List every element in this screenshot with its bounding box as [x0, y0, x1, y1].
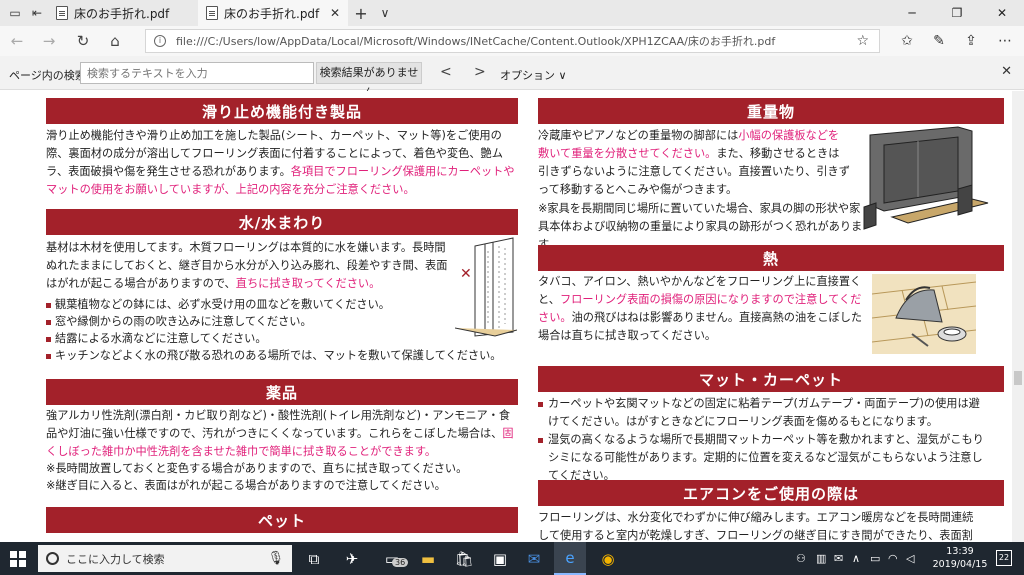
microphone-icon[interactable]: 🎙	[267, 551, 284, 566]
water-bullet-2: 窓や縁側からの雨の吹き込みに注意してください。	[46, 313, 312, 331]
water-bullet-1: 観葉植物などの鉢には、必ず水受け用の皿などを敷いてください。	[46, 296, 390, 314]
back-icon[interactable]: ←	[6, 31, 28, 51]
tray-app-icon[interactable]: ✉	[834, 552, 843, 565]
volume-icon[interactable]: ◁	[906, 552, 914, 565]
task-view-icon[interactable]: ⧉	[298, 542, 330, 575]
tab-1[interactable]: 床のお手折れ.pdf	[48, 0, 198, 26]
find-next-icon[interactable]: >	[474, 64, 486, 80]
furniture-illustration	[863, 126, 989, 230]
address-toolbar: ← → ↻ ⌂ i file:///C:/Users/low/AppData/L…	[0, 26, 1024, 56]
clock-time: 13:39	[946, 546, 974, 557]
taskbar-clock[interactable]: 13:39 2019/04/15	[928, 545, 992, 571]
app-icon-1[interactable]: ✈	[336, 542, 368, 575]
find-label: ページ内の検索	[9, 69, 86, 82]
mat-bullet-1: カーペットや玄関マットなどの固定に粘着テープ(ガムテープ・両面テープ)の使用は避…	[538, 395, 984, 431]
vertical-scrollbar[interactable]	[1012, 91, 1024, 542]
notes-pen-icon[interactable]: ✎	[928, 31, 950, 51]
tab-2-title: 床のお手折れ.pdf	[224, 6, 320, 21]
find-status: 検索結果がありません	[316, 62, 422, 99]
section-water-title: 水/水まわり	[46, 209, 518, 235]
section-heavy-text: 冷蔵庫やピアノなどの重量物の脚部には小幅の保護板などを敷いて重量を分散させてくだ…	[538, 129, 850, 196]
pdf-document: 滑り止め機能付き製品 滑り止め機能付きや滑り止め加工を施した製品(シート、カーペ…	[0, 91, 1012, 542]
water-bullet-3: 結露による水滴などに注意してください。	[46, 330, 267, 348]
people-icon[interactable]: ⚇	[796, 552, 806, 565]
chem-note-2: ※継ぎ目に入ると、表面はがれが起こる場合がありますので注意してください。	[46, 479, 446, 492]
close-window-icon[interactable]: ✕	[980, 0, 1024, 26]
svg-text:✕: ✕	[460, 266, 472, 282]
tab-bar: ▭ ⇤ 床のお手折れ.pdf 床のお手折れ.pdf ✕ + ∨ ─ ❐ ✕	[0, 0, 1024, 26]
more-icon[interactable]: ⋯	[994, 31, 1016, 51]
new-tab-icon[interactable]: +	[350, 3, 372, 23]
action-center-icon[interactable]: 22	[996, 550, 1012, 566]
section-slip-text: 滑り止め機能付きや滑り止め加工を施した製品(シート、カーペット、マット等)をご使…	[46, 129, 515, 196]
cortana-circle-icon	[46, 552, 59, 565]
find-close-icon[interactable]: ✕	[1001, 64, 1012, 79]
start-windows-icon[interactable]	[10, 551, 26, 567]
section-heavy-title: 重量物	[538, 98, 1004, 124]
taskbar-search-placeholder: ここに入力して検索	[66, 552, 165, 566]
iron-on-floor-illustration	[872, 274, 976, 354]
scrollbar-thumb[interactable]	[1014, 371, 1022, 385]
restore-icon[interactable]: ❐	[935, 0, 979, 26]
home-icon[interactable]: ⌂	[104, 31, 126, 51]
close-tab-icon[interactable]: ✕	[330, 6, 340, 20]
find-bar: ページ内の検索 検索結果がありません < > オプション ∨ ✕	[0, 56, 1024, 99]
app-icon-with-badge[interactable]: ▭ 36	[376, 542, 409, 575]
windows-taskbar: ここに入力して検索 🎙 ⧉ ✈ ▭ 36 ▬ 🛍 ▣ ✉ e ◉ ⚇ ▥ ✉ ∧ …	[0, 542, 1024, 575]
water-bullet-4: キッチンなどよく水の飛び散る恐れのある場所では、マットを敷いて保護してください。	[46, 347, 502, 365]
window-rain-illustration: ✕	[455, 237, 517, 337]
section-heat-text: タバコ、アイロン、熱いやかんなどをフローリング上に直接置くと、フローリング表面の…	[538, 275, 863, 342]
refresh-icon[interactable]: ↻	[72, 31, 94, 51]
file-explorer-icon[interactable]: ▬	[412, 542, 444, 575]
section-aircon-text: フローリングは、水分変化でわずかに伸び縮みします。エアコン暖房などを長時間連続し…	[538, 511, 974, 542]
mat-bullet-2: 湿気の高くなるような場所で長期間マットカーペット等を敷かれますと、湿気がこもりシ…	[538, 431, 984, 485]
section-pet-title: ペット	[46, 507, 518, 533]
pdf-file-icon	[56, 6, 68, 20]
network-icon[interactable]: ▥	[816, 552, 826, 565]
section-slip-title: 滑り止め機能付き製品	[46, 98, 518, 124]
section-heat-title: 熱	[538, 245, 1004, 271]
taskbar-search-box[interactable]: ここに入力して検索 🎙	[38, 545, 292, 572]
edge-browser-icon[interactable]: e	[554, 542, 586, 575]
store-icon[interactable]: 🛍	[448, 542, 480, 575]
section-chem-text: 強アルカリ性洗剤(漂白剤・カビ取り剤など)・酸性洗剤(トイレ用洗剤など)・アンモ…	[46, 409, 514, 458]
app-badge-count: 36	[392, 558, 409, 567]
info-icon[interactable]: i	[154, 35, 166, 47]
outlook-icon[interactable]: ✉	[518, 542, 550, 575]
chem-note-1: ※長時間放置しておくと変色する場合がありますので、直ちに拭き取ってください。	[46, 462, 468, 475]
set-aside-tabs-icon[interactable]: ⇤	[26, 3, 48, 23]
find-input[interactable]	[80, 62, 314, 84]
tab-list-chevron-icon[interactable]: ∨	[374, 3, 396, 23]
forward-icon[interactable]: →	[38, 31, 60, 51]
notification-count: 22	[998, 553, 1010, 562]
favorites-icon[interactable]: ✩	[896, 31, 918, 51]
tab-1-title: 床のお手折れ.pdf	[74, 6, 170, 21]
pdf-file-icon	[206, 6, 218, 20]
show-hidden-icons-icon[interactable]: ∧	[852, 552, 860, 565]
find-options-button[interactable]: オプション ∨	[500, 67, 567, 83]
share-icon[interactable]: ⇪	[960, 31, 982, 51]
find-previous-icon[interactable]: <	[440, 64, 452, 80]
section-aircon-title: エアコンをご使用の際は	[538, 480, 1004, 506]
photos-icon[interactable]: ▣	[484, 542, 516, 575]
address-field[interactable]: i file:///C:/Users/low/AppData/Local/Mic…	[145, 29, 880, 53]
clock-date: 2019/04/15	[932, 559, 988, 570]
tab-2[interactable]: 床のお手折れ.pdf ✕	[198, 0, 348, 26]
section-chem-title: 薬品	[46, 379, 518, 405]
minimize-icon[interactable]: ─	[890, 0, 934, 26]
battery-icon[interactable]: ▭	[870, 552, 880, 565]
section-mat-title: マット・カーペット	[538, 366, 1004, 392]
chrome-icon[interactable]: ◉	[592, 542, 624, 575]
favorite-star-icon[interactable]: ☆	[856, 33, 869, 49]
tab-preview-icon[interactable]: ▭	[4, 3, 26, 23]
wifi-icon[interactable]: ◠	[888, 552, 898, 565]
url-text: file:///C:/Users/low/AppData/Local/Micro…	[176, 35, 776, 48]
section-water-text: 基材は木材を使用してます。木質フローリングは本質的に水を嫌います。長時間ぬれたま…	[46, 241, 448, 290]
